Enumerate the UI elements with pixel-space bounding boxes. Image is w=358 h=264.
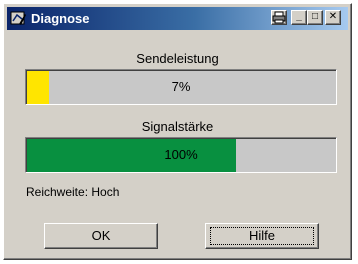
signal-strength-value: 100% (164, 147, 198, 162)
close-icon: ✕ (328, 11, 338, 22)
minimize-icon: _ (296, 11, 302, 22)
help-button[interactable]: Hilfe (205, 223, 319, 249)
transmit-power-value: 7% (171, 79, 191, 94)
range-status: Reichweite: Hoch (26, 185, 120, 199)
signal-strength-bar: 100% (25, 137, 337, 173)
window-title: Diagnose (31, 11, 90, 26)
minimize-button[interactable]: _ (291, 10, 307, 25)
maximize-icon: □ (311, 11, 319, 22)
diagnose-dialog: Diagnose _ □ ✕ Sendeleistung 7% Signalst… (3, 3, 352, 260)
signal-strength-label: Signalstärke (141, 119, 214, 134)
help-button-label: Hilfe (248, 228, 275, 243)
printer-icon[interactable] (271, 10, 287, 25)
title-bar[interactable]: Diagnose _ □ ✕ (7, 7, 348, 30)
ok-button[interactable]: OK (44, 223, 158, 249)
diagnose-app-icon (10, 11, 26, 25)
transmit-power-label: Sendeleistung (136, 51, 219, 66)
transmit-power-bar: 7% (25, 69, 337, 105)
close-button[interactable]: ✕ (325, 10, 341, 25)
maximize-button[interactable]: □ (307, 10, 323, 25)
